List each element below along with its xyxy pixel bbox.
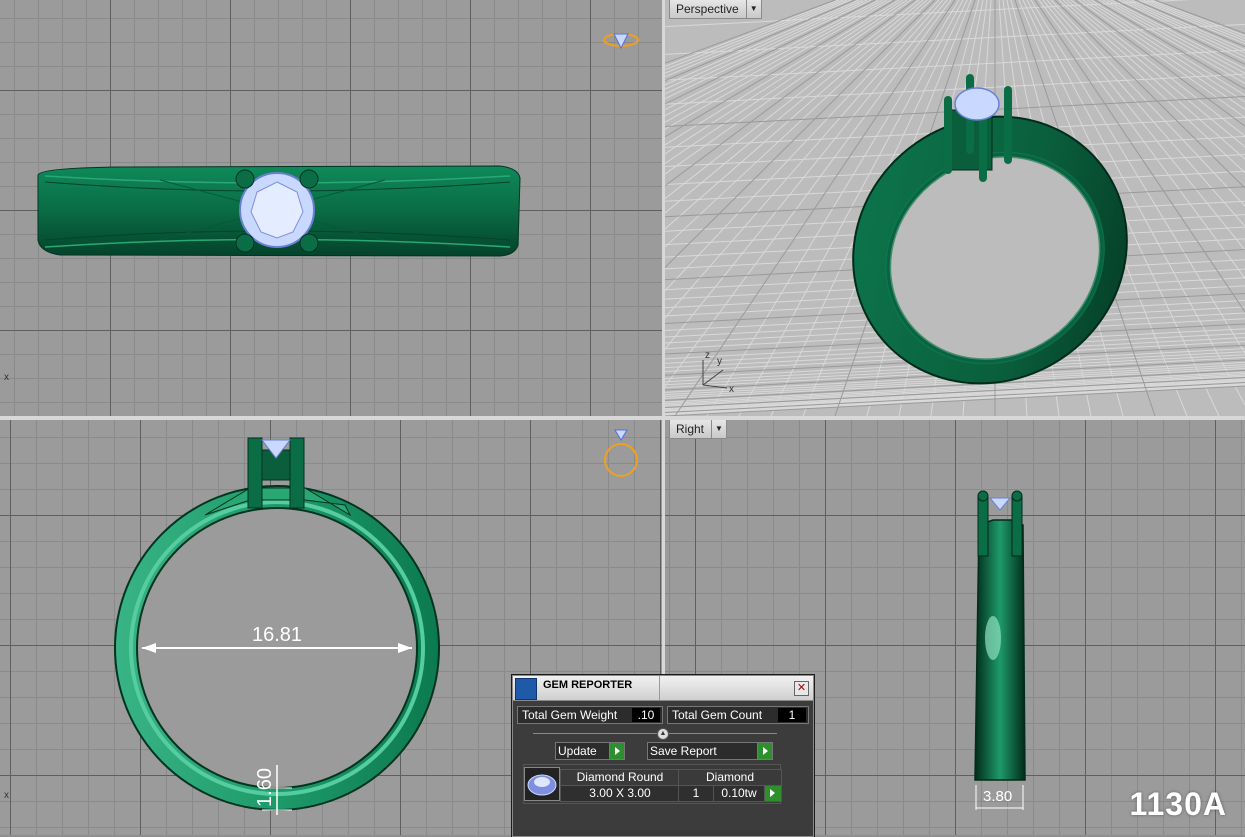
gem-stats-row: Total Gem Weight .10 Total Gem Count 1 — [517, 706, 809, 724]
total-gem-weight-label: Total Gem Weight — [522, 708, 618, 722]
watermark-label: 1130A — [1129, 786, 1227, 822]
gem-reporter-title: GEM REPORTER — [543, 679, 633, 691]
gem-reporter-app-icon — [515, 678, 537, 700]
viewport-title-perspective[interactable]: Perspective ▼ — [669, 0, 762, 19]
gem-size-cell: 3.00 X 3.00 — [560, 785, 680, 802]
play-icon — [609, 743, 624, 759]
viewport-title-label: Right — [676, 422, 705, 436]
chevron-down-icon[interactable]: ▼ — [745, 0, 761, 18]
gem-thumbnail[interactable] — [524, 767, 560, 801]
panel-splitter-line — [533, 733, 777, 734]
gem-weight-cell: 0.10tw — [713, 785, 765, 802]
axis-label-y: y — [717, 356, 722, 367]
viewport-title-label: Perspective — [676, 2, 739, 16]
gem-count-cell: 1 — [678, 785, 714, 802]
axis-label-x: x — [4, 372, 9, 383]
gem-reporter-titlebar[interactable]: GEM REPORTER ✕ — [513, 676, 813, 701]
panel-splitter-knob[interactable]: ▲ — [657, 728, 669, 740]
chevron-down-icon[interactable]: ▼ — [711, 420, 726, 438]
top-view-ring-drawing — [37, 33, 639, 257]
axis-label-z: z — [705, 350, 710, 361]
dimension-inner-diameter: 16.81 — [252, 624, 303, 646]
close-icon[interactable]: ✕ — [794, 681, 809, 696]
total-gem-count-value: 1 — [778, 708, 806, 722]
dimension-width: 3.80 — [983, 788, 1013, 805]
gem-material-cell: Diamond — [678, 769, 782, 786]
save-report-button-label: Save Report — [650, 744, 717, 758]
axis-label-x: x — [729, 384, 734, 395]
play-icon — [757, 743, 772, 759]
viewport-top[interactable]: x — [0, 0, 662, 416]
update-button-label: Update — [558, 744, 597, 758]
viewport-perspective[interactable]: Perspective ▼ x y z — [665, 0, 1245, 416]
viewport-title-right[interactable]: Right ▼ — [669, 420, 728, 439]
total-gem-weight-box: Total Gem Weight .10 — [517, 706, 663, 724]
update-button[interactable]: Update — [555, 742, 625, 760]
perspective-grid-and-ring — [665, 0, 1245, 416]
viewport-divider-horizontal[interactable] — [0, 416, 1245, 420]
gem-shape-cell: Diamond Round — [560, 769, 680, 786]
play-icon[interactable] — [764, 785, 782, 802]
dimension-band-thickness: 1.60 — [253, 768, 276, 807]
gem-reporter-panel: GEM REPORTER ✕ Total Gem Weight .10 Tota… — [512, 675, 814, 837]
total-gem-count-label: Total Gem Count — [672, 708, 763, 722]
total-gem-weight-value: .10 — [632, 708, 660, 722]
axis-label-x: x — [4, 790, 9, 801]
titlebar-separator — [659, 676, 660, 700]
save-report-button[interactable]: Save Report — [647, 742, 773, 760]
total-gem-count-box: Total Gem Count 1 — [667, 706, 809, 724]
gem-list: Diamond Round Diamond 3.00 X 3.00 1 0.10… — [523, 764, 782, 804]
round-gem-icon — [527, 774, 557, 796]
